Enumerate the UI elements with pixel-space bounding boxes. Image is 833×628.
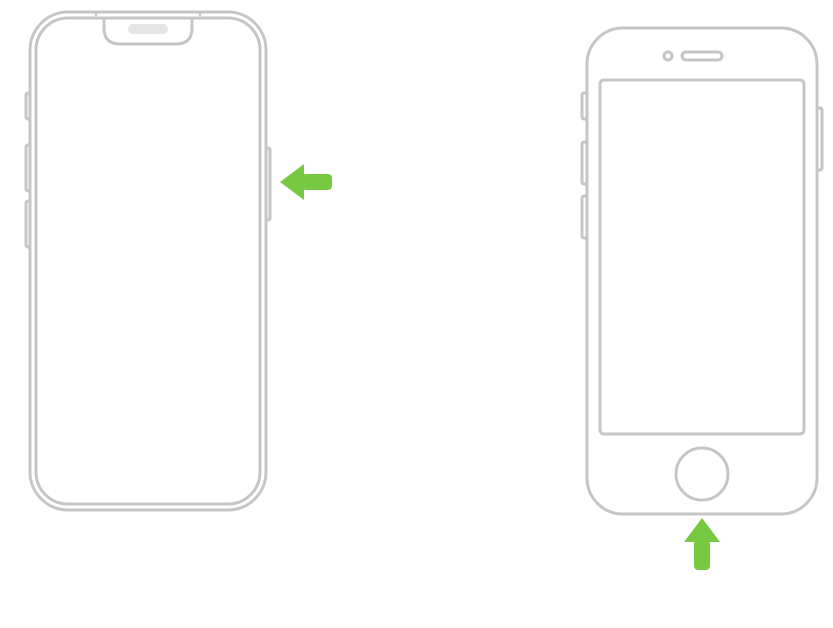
front-camera-icon: [664, 52, 672, 60]
home-button-icon: [676, 448, 728, 500]
earpiece-icon: [682, 52, 722, 60]
arrow-up-icon: [678, 516, 738, 576]
diagram-canvas: [0, 0, 833, 628]
